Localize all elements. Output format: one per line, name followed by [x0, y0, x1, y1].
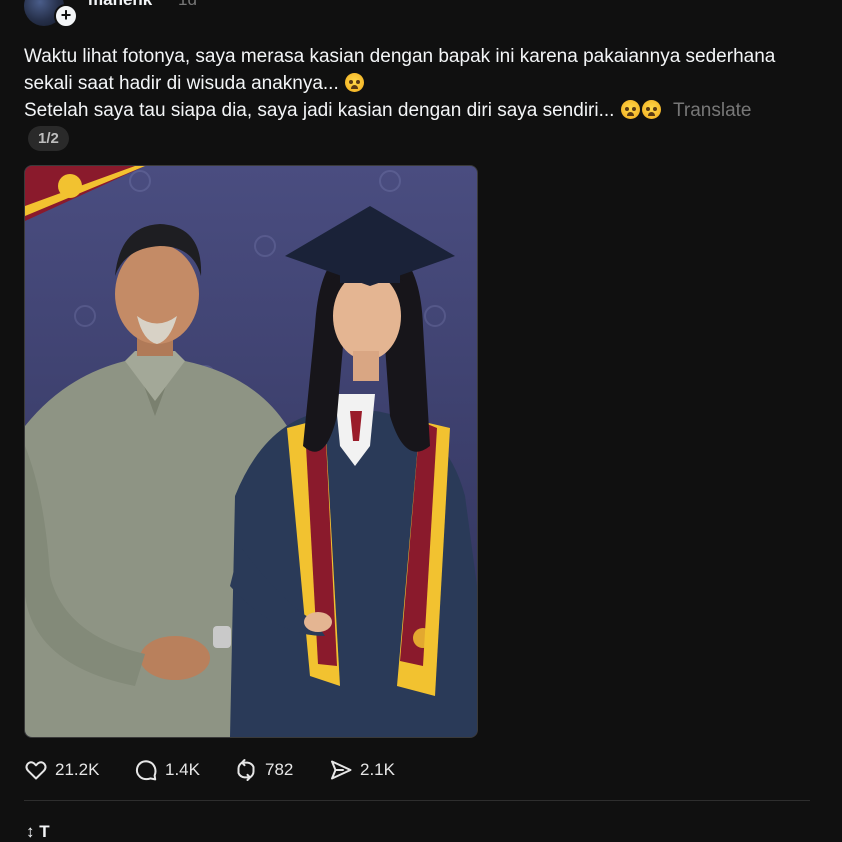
reply-count: 1.4K	[165, 760, 200, 779]
reply-button[interactable]: 1.4K	[134, 756, 200, 784]
share-count: 2.1K	[360, 760, 395, 779]
like-button[interactable]: 21.2K	[24, 756, 99, 784]
more-options-button[interactable]: •••	[788, 0, 812, 9]
repost-button[interactable]: 782	[234, 756, 293, 784]
post-text-1: Waktu lihat fotonya, saya merasa kasian …	[24, 46, 776, 94]
follow-button[interactable]: +	[54, 4, 78, 28]
post-text-2: Setelah saya tau siapa dia, saya jadi ka…	[24, 100, 615, 121]
graduation-photo-image	[25, 166, 477, 737]
repost-icon	[237, 759, 255, 781]
like-count: 21.2K	[55, 760, 100, 779]
loudly-crying-face-emoji	[641, 100, 661, 119]
post-text-line-1: Waktu lihat fotonya, saya merasa kasian …	[24, 43, 814, 97]
post-text-line-2: Setelah saya tau siapa dia, saya jadi ka…	[24, 97, 814, 124]
heart-icon	[25, 761, 47, 780]
loudly-crying-face-emoji	[620, 100, 640, 119]
post-body: Waktu lihat fotonya, saya merasa kasian …	[24, 43, 814, 124]
translate-link[interactable]: Translate	[673, 100, 752, 121]
post-divider	[24, 800, 810, 801]
share-icon	[331, 760, 352, 780]
repost-count: 782	[265, 760, 294, 779]
post-photo[interactable]	[24, 165, 478, 738]
media-counter-badge: 1/2	[28, 126, 69, 151]
post-actions: 21.2K 1.4K 782 2.1K	[24, 756, 444, 786]
loudly-crying-face-emoji	[345, 73, 365, 92]
username[interactable]: manehk	[88, 0, 152, 10]
avatar-container[interactable]: +	[24, 0, 78, 28]
post-header: + manehk 1d •••	[0, 0, 842, 30]
share-button[interactable]: 2.1K	[329, 756, 395, 784]
next-post-label[interactable]: ↕ T	[26, 822, 50, 842]
comment-icon	[135, 760, 157, 781]
post-timestamp: 1d	[178, 0, 197, 10]
